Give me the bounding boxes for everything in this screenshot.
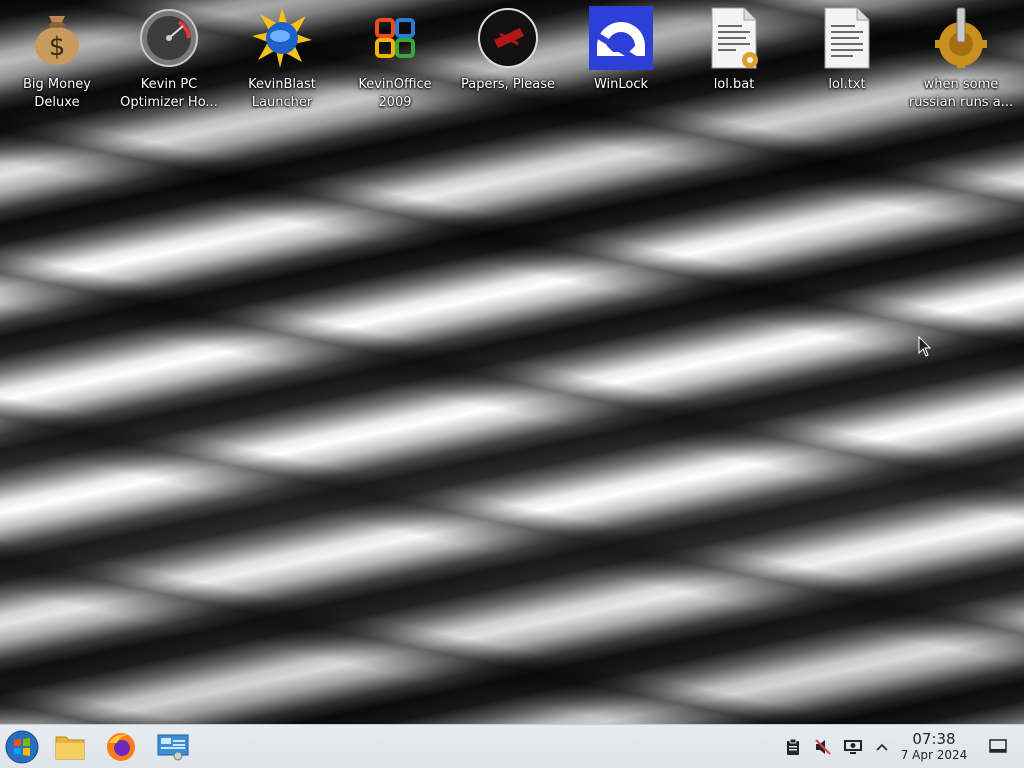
volume-muted-icon[interactable] — [813, 737, 833, 757]
clock-date: 7 Apr 2024 — [900, 748, 968, 762]
firefox-icon[interactable] — [103, 729, 139, 765]
clock-time: 07:38 — [912, 730, 956, 748]
gear-icon — [929, 6, 993, 70]
icon-label: lol.bat — [713, 77, 755, 92]
text-file-icon — [815, 6, 879, 70]
icon-label: KevinBlast Launcher — [248, 77, 316, 110]
speedometer-icon — [137, 6, 201, 70]
papers-please-icon — [476, 6, 540, 70]
desktop-icon-kevinblast-launcher[interactable]: KevinBlast Launcher — [227, 6, 337, 118]
money-bag-icon: $ — [25, 6, 89, 70]
svg-text:$: $ — [49, 32, 66, 62]
display-icon[interactable] — [843, 737, 863, 757]
system-settings-icon[interactable] — [155, 729, 191, 765]
icon-label: when some russian runs a... — [908, 77, 1014, 110]
icon-label: lol.txt — [828, 77, 866, 92]
start-orb-icon[interactable] — [4, 729, 40, 765]
desktop-icon-kevin-pc-optimizer[interactable]: Kevin PC Optimizer Ho... — [114, 6, 224, 118]
desktop-icons: $ Big Money Deluxe Kevin PC Optimizer Ho… — [0, 0, 1024, 130]
desktop-icon-papers-please[interactable]: Papers, Please — [453, 6, 563, 118]
clock[interactable]: 07:38 7 Apr 2024 — [896, 731, 972, 763]
icon-label: Kevin PC Optimizer Ho... — [120, 77, 218, 110]
batch-file-icon — [702, 6, 766, 70]
blast-launcher-icon — [250, 6, 314, 70]
icon-label: KevinOffice 2009 — [358, 77, 432, 110]
icon-label: Big Money Deluxe — [22, 77, 91, 110]
taskbar: 07:38 7 Apr 2024 — [0, 724, 1024, 768]
desktop-wallpaper[interactable]: $ Big Money Deluxe Kevin PC Optimizer Ho… — [0, 0, 1024, 724]
mouse-cursor-icon — [918, 335, 932, 358]
chevron-up-icon[interactable] — [872, 737, 892, 757]
winlock-icon — [589, 6, 653, 70]
icon-label: WinLock — [593, 77, 649, 92]
desktop-icon-winlock[interactable]: WinLock — [566, 6, 676, 118]
desktop-icon-big-money-deluxe[interactable]: $ Big Money Deluxe — [2, 6, 112, 118]
desktop-icon-lol-bat[interactable]: lol.bat — [679, 6, 789, 118]
desktop-icon-kevinoffice-2009[interactable]: KevinOffice 2009 — [340, 6, 450, 118]
desktop-icon-lol-txt[interactable]: lol.txt — [792, 6, 902, 118]
office-logo-icon — [363, 6, 427, 70]
desktop-icon-when-some-russian[interactable]: when some russian runs a... — [906, 6, 1016, 118]
file-manager-icon[interactable] — [52, 729, 88, 765]
clipboard-icon[interactable] — [783, 737, 803, 757]
show-desktop-icon[interactable] — [988, 736, 1008, 756]
icon-label: Papers, Please — [460, 77, 556, 92]
